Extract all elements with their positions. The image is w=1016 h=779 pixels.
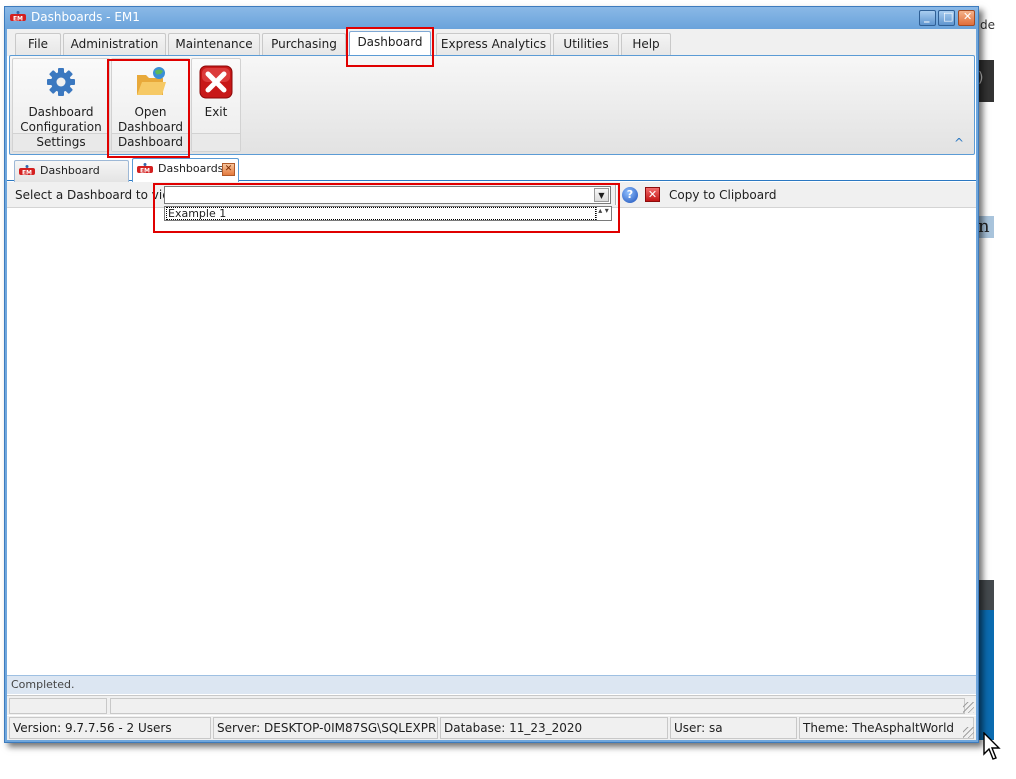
ribbon-group-label <box>192 133 240 151</box>
user-info: User: sa <box>670 717 797 739</box>
progress-bar <box>110 698 965 714</box>
minimize-icon: _ <box>924 10 930 23</box>
toolbar-separator <box>615 185 617 205</box>
app-window: EM Dashboards - EM1 _ □ ✕ File Administr… <box>4 6 979 743</box>
ribbon-group-settings: Dashboard Configuration Settings <box>12 58 110 152</box>
background-strip <box>978 580 994 610</box>
dashboard-configuration-button[interactable]: Dashboard Configuration <box>13 59 109 135</box>
menu-tab-help[interactable]: Help <box>621 33 671 56</box>
background-text-fragment: de <box>980 18 995 32</box>
button-label: Dashboard <box>28 105 94 119</box>
background-text-fragment: n <box>978 216 994 238</box>
background-strip <box>978 610 994 740</box>
copy-to-clipboard-button[interactable]: Copy to Clipboard <box>669 188 776 202</box>
button-label: Exit <box>204 105 228 119</box>
menu-bar: File Administration Maintenance Purchasi… <box>7 29 976 57</box>
dashboard-toolbar: Select a Dashboard to view: ▼ ? ✕ Copy t… <box>7 182 976 208</box>
exit-button[interactable]: Exit <box>192 59 240 120</box>
clear-icon[interactable]: ✕ <box>645 187 660 202</box>
close-button[interactable]: ✕ <box>958 10 975 26</box>
menu-tab-purchasing[interactable]: Purchasing <box>262 33 346 56</box>
exit-x-icon <box>199 65 233 99</box>
maximize-icon: □ <box>943 10 954 23</box>
svg-text:EM: EM <box>13 16 23 23</box>
gear-icon <box>47 68 75 96</box>
server-info: Server: DESKTOP-0IM87SG\SQLEXPRE <box>213 717 438 739</box>
dropdown-arrow-icon[interactable]: ▼ <box>594 188 609 202</box>
dropdown-scrollbar[interactable]: ▴ ▾ <box>596 207 610 220</box>
title-bar[interactable]: EM Dashboards - EM1 _ □ ✕ <box>5 7 978 29</box>
minimize-button[interactable]: _ <box>919 10 936 26</box>
document-tab-strip: EM Dashboard Config EM Dashboards ✕ <box>7 157 976 197</box>
client-area: File Administration Maintenance Purchasi… <box>7 29 976 740</box>
ribbon-group-exit: Exit <box>191 58 241 152</box>
mouse-cursor-icon <box>983 732 1001 760</box>
app-logo-icon: EM <box>19 165 35 177</box>
doc-tab-label: Dashboards <box>158 162 224 175</box>
ribbon: Dashboard Configuration Settings Open Da… <box>9 55 975 155</box>
menu-tab-utilities[interactable]: Utilities <box>553 33 619 56</box>
open-dashboard-button[interactable]: Open Dashboard <box>112 59 189 135</box>
menu-tab-administration[interactable]: Administration <box>63 33 166 56</box>
dashboard-content-area <box>7 209 976 675</box>
resize-grip-icon[interactable] <box>963 727 974 738</box>
menu-tab-express-analytics[interactable]: Express Analytics <box>436 33 551 56</box>
svg-text:EM: EM <box>22 170 32 177</box>
app-logo-icon: EM <box>10 11 26 23</box>
button-label: Open <box>134 105 167 119</box>
ribbon-group-label: Settings <box>13 133 109 151</box>
dropdown-option[interactable]: Example 1 <box>166 207 596 220</box>
dashboard-dropdown-list: Example 1 ▴ ▾ <box>164 206 612 221</box>
select-dashboard-label: Select a Dashboard to view: <box>15 188 183 202</box>
dashboard-select[interactable]: ▼ <box>164 186 611 204</box>
doc-tab-dashboard-config[interactable]: EM Dashboard Config <box>14 160 129 197</box>
status-message: Completed. <box>7 675 976 694</box>
menu-tab-file[interactable]: File <box>15 33 61 56</box>
background-dark-strip: ) <box>978 60 994 102</box>
ribbon-group-dashboard: Open Dashboard Dashboard <box>111 58 190 152</box>
progress-cell <box>9 698 107 714</box>
ribbon-collapse-chevron-icon[interactable]: ^ <box>954 136 964 150</box>
close-icon: ✕ <box>963 10 973 23</box>
progress-row <box>7 695 976 715</box>
svg-text:EM: EM <box>140 168 150 175</box>
doc-tab-dashboards[interactable]: EM Dashboards ✕ <box>132 158 239 182</box>
maximize-button[interactable]: □ <box>938 10 955 26</box>
menu-tab-maintenance[interactable]: Maintenance <box>168 33 260 56</box>
window-title: Dashboards - EM1 <box>31 10 140 24</box>
theme-info: Theme: TheAsphaltWorld <box>799 717 974 739</box>
database-info: Database: 11_23_2020 <box>440 717 668 739</box>
help-icon[interactable]: ? <box>622 187 638 203</box>
resize-grip-icon[interactable] <box>963 702 974 713</box>
version-info: Version: 9.7.7.56 - 2 Users <box>9 717 211 739</box>
ribbon-group-label: Dashboard <box>112 133 189 151</box>
tab-close-icon[interactable]: ✕ <box>222 163 235 176</box>
status-bar: Version: 9.7.7.56 - 2 Users Server: DESK… <box>7 716 976 740</box>
open-folder-globe-icon <box>136 67 166 95</box>
app-logo-icon: EM <box>137 163 153 175</box>
menu-tab-dashboard[interactable]: Dashboard <box>349 31 431 57</box>
